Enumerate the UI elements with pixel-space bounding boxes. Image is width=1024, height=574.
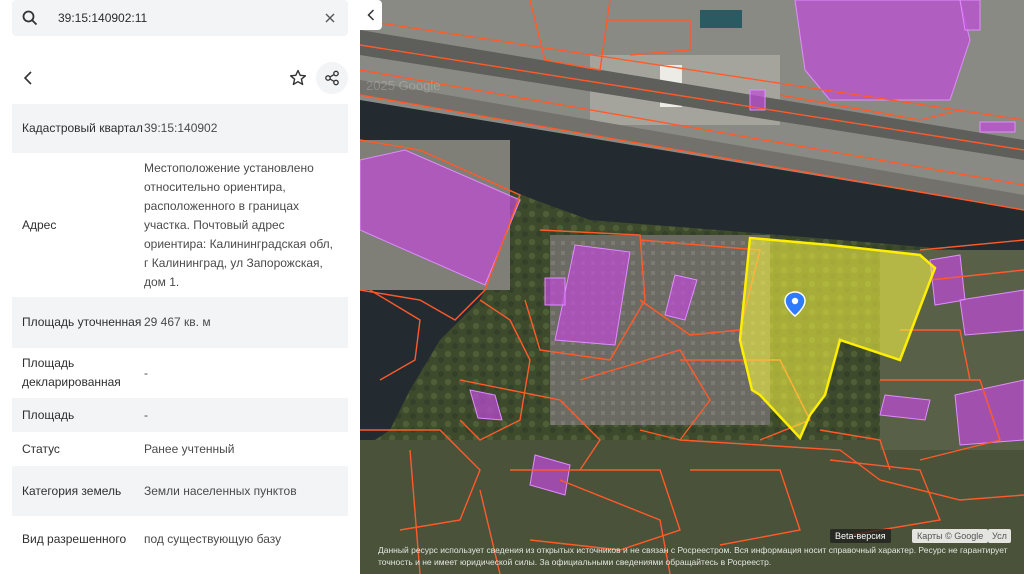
map-canvas[interactable] xyxy=(360,0,1024,574)
map-disclaimer: Данный ресурс использует сведения из отк… xyxy=(378,545,1008,567)
detail-row: Статус Ранее учтенный xyxy=(12,432,348,466)
detail-row: Площадь - xyxy=(12,398,348,432)
favorite-button[interactable] xyxy=(282,62,314,94)
detail-value: - xyxy=(144,407,148,422)
star-icon xyxy=(289,69,307,86)
map-watermark: 2025 Google xyxy=(366,78,441,93)
chevron-left-icon xyxy=(23,71,32,85)
search-input[interactable]: 39:15:140902:11 xyxy=(58,11,316,25)
detail-key: Площадь уточненная xyxy=(22,315,142,329)
details-panel: 39:15:140902:11 Кадастровый квартал 39:15… xyxy=(0,0,360,574)
detail-value: - xyxy=(144,365,148,380)
detail-key: Площадь xyxy=(22,407,75,422)
detail-value: под существующую базу xyxy=(144,531,282,546)
detail-value: Земли населенных пунктов xyxy=(144,483,297,498)
detail-row: Вид разрешенного под существующую базу xyxy=(12,516,348,562)
detail-value: Местоположение установлено относительно … xyxy=(144,160,333,289)
detail-toolbar xyxy=(12,62,348,98)
detail-key: Статус xyxy=(22,441,60,456)
search-icon xyxy=(20,8,40,28)
detail-row: Адрес Местоположение установлено относите… xyxy=(12,153,348,297)
detail-table: Кадастровый квартал 39:15:140902 Адрес Мес… xyxy=(12,104,348,562)
detail-value: 39:15:140902 xyxy=(144,121,218,135)
detail-key: Площадь декларированная xyxy=(22,356,121,389)
detail-row: Площадь уточненная 29 467 кв. м xyxy=(12,297,348,348)
map-attribution[interactable]: Карты © Google xyxy=(912,529,989,543)
detail-row: Кадастровый квартал 39:15:140902 xyxy=(12,104,348,153)
detail-key: Категория земель xyxy=(22,483,122,498)
detail-key: Адрес xyxy=(22,217,57,232)
share-icon xyxy=(325,70,339,86)
share-button[interactable] xyxy=(316,62,348,94)
close-icon[interactable] xyxy=(316,4,344,32)
search-bar[interactable]: 39:15:140902:11 xyxy=(12,0,348,36)
map-terms-link[interactable]: Усл xyxy=(988,529,1011,543)
satellite-map[interactable] xyxy=(360,0,1024,574)
collapse-panel-button[interactable] xyxy=(360,0,382,30)
detail-row: Категория земель Земли населенных пунктов xyxy=(12,466,348,516)
chevron-left-icon xyxy=(367,9,375,21)
detail-row: Площадь декларированная - xyxy=(12,348,348,398)
back-button[interactable] xyxy=(12,62,44,94)
detail-key: Кадастровый квартал xyxy=(22,121,143,135)
detail-value: 29 467 кв. м xyxy=(144,315,211,329)
detail-key: Вид разрешенного xyxy=(22,531,127,546)
beta-badge: Beta-версия xyxy=(830,529,891,543)
detail-value: Ранее учтенный xyxy=(144,441,235,456)
